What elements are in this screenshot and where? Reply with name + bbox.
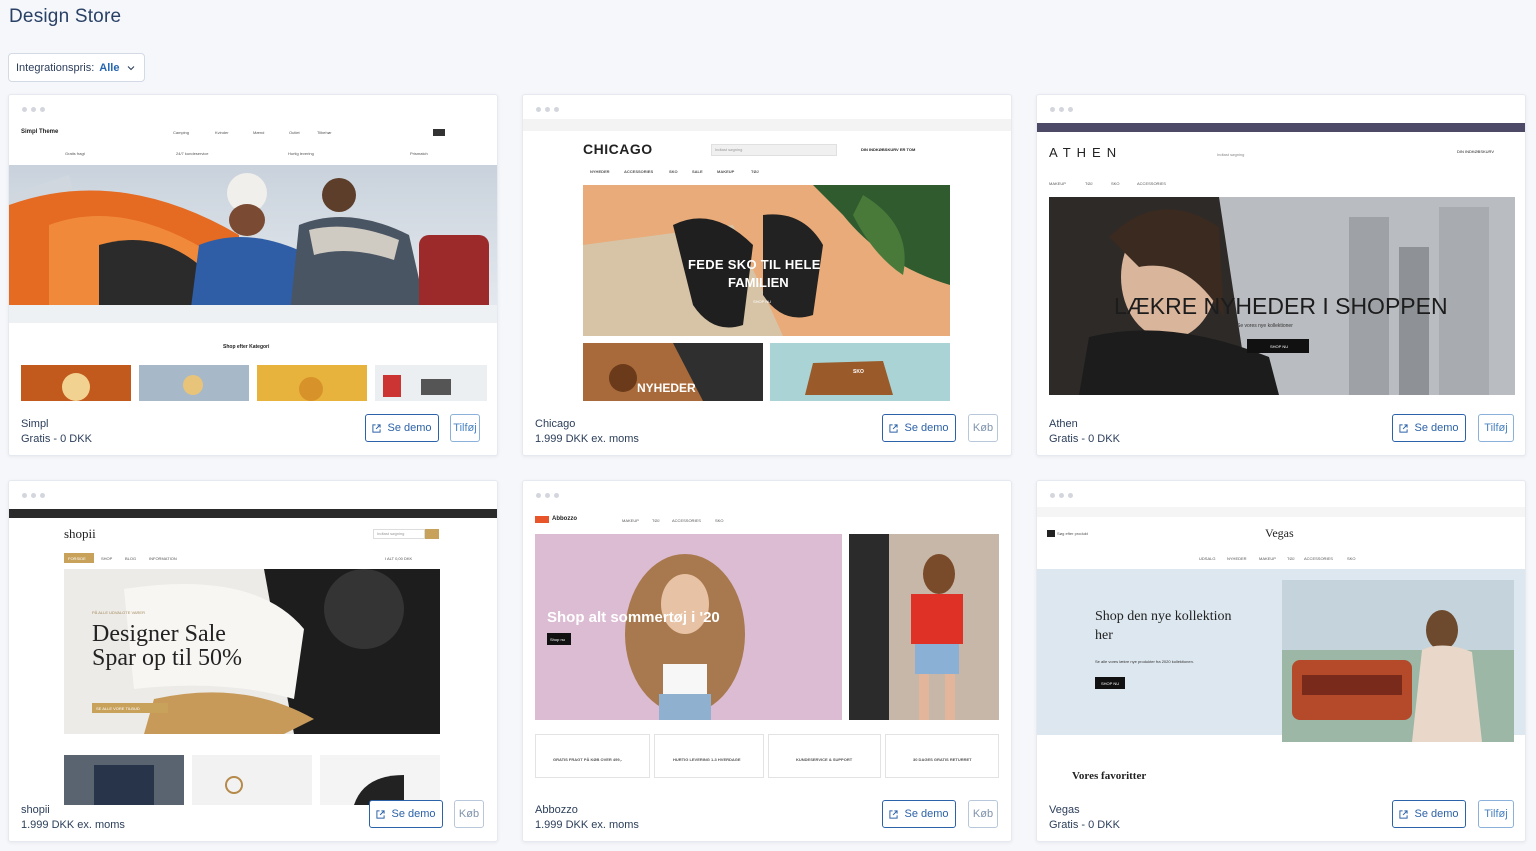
preview-brand: Vegas	[1265, 526, 1294, 540]
theme-name: Athen	[1049, 418, 1078, 430]
page-title: Design Store	[9, 6, 122, 27]
theme-name: Simpl	[21, 418, 49, 430]
add-theme-button[interactable]: Tilføj	[1478, 414, 1514, 442]
preview-brand: Simpl Theme	[21, 129, 59, 135]
buy-theme-button[interactable]: Køb	[454, 800, 484, 828]
theme-price: 1.999 DKK ex. moms	[535, 819, 639, 831]
filter-label: Integrationspris:	[16, 61, 95, 74]
chevron-down-icon	[128, 65, 135, 70]
external-link-icon	[376, 809, 386, 819]
section-title: Vores favoritter	[1072, 770, 1147, 782]
theme-card-athen: ATHEN Indtast søgning DIN INDKØBSKURV MA…	[1036, 94, 1526, 456]
add-theme-button[interactable]: Tilføj	[450, 414, 480, 442]
theme-card-chicago: CHICAGO Indtast søgning DIN INDKØBSKURV …	[522, 94, 1012, 456]
preview-brand: shopii	[64, 526, 96, 541]
hero-image	[535, 534, 842, 720]
theme-name: Vegas	[1049, 804, 1080, 816]
window-dots	[1050, 493, 1073, 498]
theme-preview-athen: ATHEN Indtast søgning DIN INDKØBSKURV MA…	[1037, 119, 1525, 419]
theme-price: Gratis - 0 DKK	[1049, 819, 1120, 831]
hero-image	[1282, 580, 1514, 742]
external-link-icon	[1399, 423, 1409, 433]
theme-preview-chicago: CHICAGO Indtast søgning DIN INDKØBSKURV …	[523, 119, 1011, 419]
window-dots	[1050, 107, 1073, 112]
external-link-icon	[889, 423, 899, 433]
theme-card-vegas: Søg efter produkt Vegas UDSALG NYHEDER M…	[1036, 480, 1526, 842]
external-link-icon	[889, 809, 899, 819]
hero-image	[9, 165, 497, 323]
external-link-icon	[372, 423, 382, 433]
theme-preview-abbozzo: Abbozzo MAKEUP TØJ ACCESSORIES SKO Shop …	[523, 505, 1011, 805]
window-dots	[536, 493, 559, 498]
see-demo-button[interactable]: Se demo	[365, 414, 439, 442]
see-demo-button[interactable]: Se demo	[882, 800, 956, 828]
add-theme-button[interactable]: Tilføj	[1478, 800, 1514, 828]
theme-price: 1.999 DKK ex. moms	[21, 819, 125, 831]
preview-brand: CHICAGO	[583, 141, 653, 157]
theme-name: shopii	[21, 804, 50, 816]
filter-value: Alle	[99, 61, 120, 74]
theme-preview-simpl: Simpl Theme Camping Kvinder Mænd Outlet …	[9, 119, 497, 419]
theme-price: Gratis - 0 DKK	[21, 433, 92, 445]
external-link-icon	[1399, 809, 1409, 819]
see-demo-button[interactable]: Se demo	[1392, 800, 1466, 828]
see-demo-button[interactable]: Se demo	[1392, 414, 1466, 442]
theme-card-shopii: shopii Indtast søgning FORSIDE SHOP BLOG…	[8, 480, 498, 842]
theme-price: 1.999 DKK ex. moms	[535, 433, 639, 445]
see-demo-button[interactable]: Se demo	[369, 800, 443, 828]
window-dots	[22, 107, 45, 112]
theme-card-simpl: Simpl Theme Camping Kvinder Mænd Outlet …	[8, 94, 498, 456]
integration-price-filter[interactable]: Integrationspris: Alle	[8, 53, 146, 82]
buy-theme-button[interactable]: Køb	[968, 414, 998, 442]
theme-card-abbozzo: Abbozzo MAKEUP TØJ ACCESSORIES SKO Shop …	[522, 480, 1012, 842]
section-title: Shop efter Kategori	[223, 344, 270, 350]
theme-preview-vegas: Søg efter produkt Vegas UDSALG NYHEDER M…	[1037, 505, 1525, 805]
preview-brand: ATHEN	[1049, 145, 1123, 160]
preview-brand: Abbozzo	[552, 516, 577, 522]
theme-name: Abbozzo	[535, 804, 578, 816]
theme-name: Chicago	[535, 418, 576, 430]
buy-theme-button[interactable]: Køb	[968, 800, 998, 828]
window-dots	[22, 493, 45, 498]
theme-price: Gratis - 0 DKK	[1049, 433, 1120, 445]
theme-preview-shopii: shopii Indtast søgning FORSIDE SHOP BLOG…	[9, 505, 497, 805]
see-demo-button[interactable]: Se demo	[882, 414, 956, 442]
window-dots	[536, 107, 559, 112]
